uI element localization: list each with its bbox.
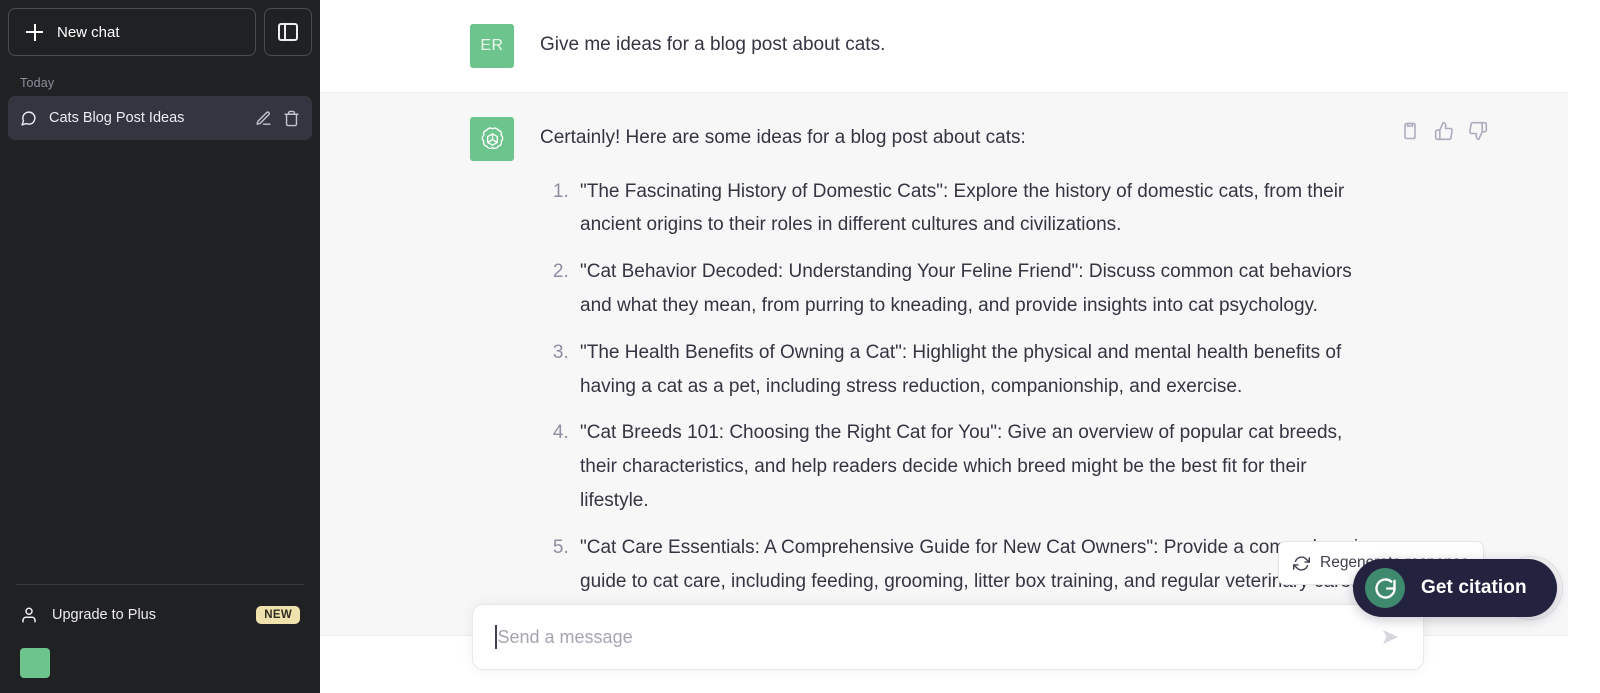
chatgpt-app-window: New chat Today Cats Blog Post Ideas Upgr… [0, 0, 1600, 693]
list-item: "The Fascinating History of Domestic Cat… [574, 175, 1380, 243]
sidebar-toggle-button[interactable] [264, 8, 312, 56]
sidebar: New chat Today Cats Blog Post Ideas Upgr… [0, 0, 320, 693]
message-row-user: ER Give me ideas for a blog post about c… [320, 0, 1600, 92]
chat-item-title: Cats Blog Post Ideas [49, 110, 185, 126]
scroll-gutter[interactable] [1568, 0, 1600, 693]
copy-icon[interactable] [1400, 121, 1420, 141]
assistant-intro-text: Certainly! Here are some ideas for a blo… [540, 127, 1026, 148]
message-bubble-icon [20, 110, 37, 127]
message-action-bar [1400, 121, 1488, 141]
plus-icon [26, 23, 43, 41]
list-item: "Cat Care Essentials: A Comprehensive Gu… [574, 531, 1380, 599]
sidebar-top-bar: New chat [8, 8, 312, 60]
new-chat-label: New chat [57, 23, 120, 41]
thumbs-up-icon[interactable] [1434, 121, 1454, 141]
g-citation-logo-icon [1365, 568, 1405, 608]
avatar: ER [470, 24, 514, 68]
openai-logo-icon [470, 117, 514, 161]
avatar [20, 648, 50, 678]
sidebar-item-cats-blog-post-ideas[interactable]: Cats Blog Post Ideas [8, 96, 312, 140]
assistant-idea-list: "The Fascinating History of Domestic Cat… [540, 175, 1380, 599]
person-icon [20, 606, 38, 624]
section-label-today: Today [20, 76, 55, 90]
user-message-body: Give me ideas for a blog post about cats… [540, 24, 1380, 68]
upgrade-label: Upgrade to Plus [52, 607, 156, 623]
assistant-message-body: Certainly! Here are some ideas for a blo… [540, 117, 1380, 611]
sidebar-user-row[interactable] [8, 641, 312, 685]
refresh-icon [1293, 555, 1310, 572]
sidebar-divider [16, 584, 304, 585]
search-input[interactable] [497, 605, 1379, 669]
chat-item-actions [255, 110, 300, 127]
text-caret [495, 625, 497, 649]
list-item: "Cat Breeds 101: Choosing the Right Cat … [574, 416, 1380, 517]
new-badge: NEW [256, 606, 300, 624]
message-composer[interactable] [472, 604, 1424, 670]
new-chat-button[interactable]: New chat [8, 8, 256, 56]
get-citation-button[interactable]: Get citation [1353, 559, 1557, 617]
get-citation-label: Get citation [1421, 577, 1527, 598]
list-item: "The Health Benefits of Owning a Cat": H… [574, 336, 1380, 404]
sidebar-panel-icon [278, 23, 298, 41]
send-arrow-icon[interactable] [1379, 625, 1403, 649]
sidebar-item-upgrade-to-plus[interactable]: Upgrade to Plus NEW [8, 593, 312, 637]
trash-icon[interactable] [283, 110, 300, 127]
list-item: "Cat Behavior Decoded: Understanding You… [574, 255, 1380, 323]
user-message-text: Give me ideas for a blog post about cats… [540, 34, 886, 55]
chat-main-area: ER Give me ideas for a blog post about c… [320, 0, 1600, 693]
thumbs-down-icon[interactable] [1468, 121, 1488, 141]
pencil-icon[interactable] [255, 110, 272, 127]
